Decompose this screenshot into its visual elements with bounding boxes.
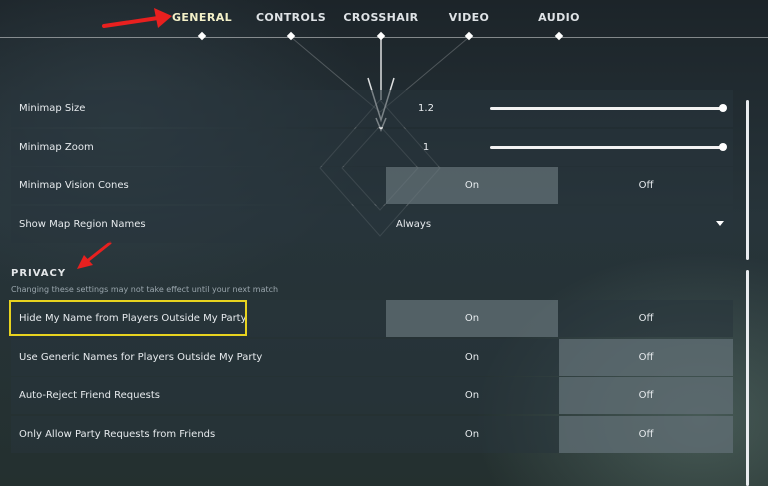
generic-names-off-button[interactable]: Off	[559, 339, 733, 376]
scrollbar-track[interactable]	[746, 270, 749, 486]
minimap-size-slider-handle[interactable]	[719, 104, 727, 112]
party-requests-on-button[interactable]: On	[386, 416, 558, 453]
vision-cones-on-button[interactable]: On	[386, 167, 558, 204]
vision-cones-off-button[interactable]: Off	[559, 167, 733, 204]
auto-reject-on-button[interactable]: On	[386, 377, 558, 414]
generic-names-on-button[interactable]: On	[386, 339, 558, 376]
party-requests-off-button[interactable]: Off	[559, 416, 733, 453]
minimap-size-slider[interactable]	[490, 107, 724, 110]
chevron-down-icon	[716, 221, 724, 226]
hide-name-on-button[interactable]: On	[386, 300, 558, 337]
annotation-highlight-box	[9, 300, 247, 336]
dropdown-selected-value: Always	[396, 219, 432, 230]
map-region-names-dropdown[interactable]: Always	[386, 206, 733, 243]
tab-controls[interactable]: CONTROLS	[256, 11, 326, 24]
tab-general-indicator	[197, 31, 207, 41]
annotation-arrow-privacy	[77, 241, 112, 269]
tab-crosshair-indicator	[376, 31, 386, 41]
setting-label: Auto-Reject Friend Requests	[19, 390, 160, 401]
setting-minimap-size: Minimap Size 1.2	[11, 90, 733, 127]
minimap-zoom-value: 1	[422, 142, 430, 153]
setting-auto-reject-friend-requests: Auto-Reject Friend Requests On Off	[11, 377, 733, 414]
tab-general[interactable]: GENERAL	[172, 11, 232, 24]
setting-minimap-vision-cones: Minimap Vision Cones On Off	[11, 167, 733, 204]
setting-generic-names: Use Generic Names for Players Outside My…	[11, 339, 733, 376]
setting-party-requests-friends-only: Only Allow Party Requests from Friends O…	[11, 416, 733, 453]
setting-minimap-zoom: Minimap Zoom 1	[11, 129, 733, 166]
setting-label: Only Allow Party Requests from Friends	[19, 429, 216, 440]
annotation-arrow-general	[102, 8, 172, 28]
setting-label: Show Map Region Names	[19, 219, 146, 230]
auto-reject-off-button[interactable]: Off	[559, 377, 733, 414]
section-subtitle: Changing these settings may not take eff…	[11, 285, 279, 294]
tab-audio[interactable]: AUDIO	[538, 11, 580, 24]
setting-label: Minimap Vision Cones	[19, 180, 129, 191]
tab-crosshair[interactable]: CROSSHAIR	[343, 11, 418, 24]
section-title-privacy: PRIVACY	[11, 268, 67, 279]
minimap-size-value: 1.2	[418, 103, 434, 114]
minimap-zoom-slider[interactable]	[490, 146, 724, 149]
setting-label: Minimap Zoom	[19, 142, 94, 153]
setting-show-map-region-names: Show Map Region Names Always	[11, 206, 733, 243]
tab-video-indicator	[464, 31, 474, 41]
minimap-zoom-slider-handle[interactable]	[719, 143, 727, 151]
hide-name-off-button[interactable]: Off	[559, 300, 733, 337]
tab-controls-indicator	[286, 31, 296, 41]
tab-audio-indicator	[554, 31, 564, 41]
tab-video[interactable]: VIDEO	[449, 11, 490, 24]
setting-label: Use Generic Names for Players Outside My…	[19, 352, 263, 363]
scrollbar-thumb[interactable]	[746, 100, 749, 260]
setting-label: Minimap Size	[19, 103, 86, 114]
